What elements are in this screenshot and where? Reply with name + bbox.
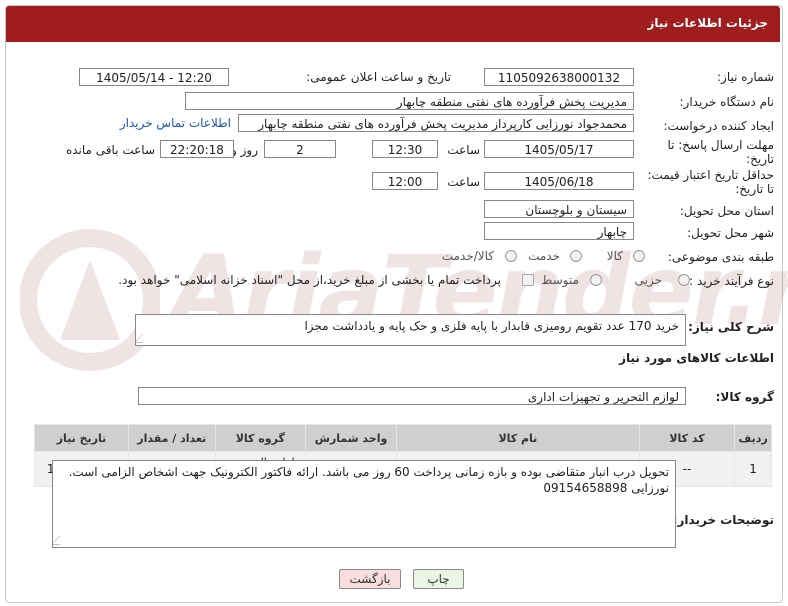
days-label: روز و — [231, 143, 258, 157]
remaining-time-field: 22:20:18 — [160, 140, 234, 158]
table-header-row: ردیف کد کالا نام کالا واحد شمارش گروه کا… — [33, 424, 772, 452]
goods-section-title: اطلاعات کالاهای مورد نیاز — [619, 351, 774, 365]
buyer-notes-label: توضیحات خریدار: — [672, 513, 774, 527]
city-label: شهر محل تحویل: — [687, 226, 774, 240]
category-goods-label: کالا — [606, 249, 623, 263]
city-field: چابهار — [484, 222, 634, 240]
col-header-need-date: تاریخ نیاز — [33, 424, 130, 452]
resize-handle-icon[interactable] — [53, 536, 69, 545]
remaining-time-label: ساعت باقی مانده — [65, 143, 155, 157]
price-time-field: 12:00 — [372, 172, 438, 190]
col-header-item-name: نام کالا — [395, 424, 640, 452]
process-minor-label: جزیی — [634, 273, 662, 287]
process-label: نوع فرآیند خرید : — [689, 274, 774, 288]
page-title: جزئیات اطلاعات نیاز — [647, 16, 768, 30]
print-button[interactable]: چاپ — [413, 569, 464, 589]
category-goods-service-label: کالا/خدمت — [441, 249, 494, 263]
buyer-contact-link[interactable]: اطلاعات تماس خریدار — [120, 116, 231, 130]
treasury-payment-checkbox[interactable] — [522, 274, 534, 286]
reply-deadline-label-2: تاریخ: — [746, 152, 774, 166]
process-medium-radio[interactable] — [590, 274, 602, 286]
need-number-field: 1105092638000132 — [484, 68, 634, 86]
description-label: شرح کلی نیاز: — [688, 320, 774, 334]
category-service-label: خدمت — [528, 249, 560, 263]
reply-time-label: ساعت — [447, 143, 480, 157]
category-label: طبقه بندی موضوعی: — [667, 250, 774, 264]
creator-label: ایجاد کننده درخواست: — [663, 119, 774, 133]
process-medium-label: متوسط — [541, 273, 579, 287]
reply-deadline-label: مهلت ارسال پاسخ: تا — [667, 138, 774, 152]
buyer-org-field: مدیریت پخش فرآورده های نفتی منطقه چابهار — [185, 92, 634, 110]
reply-date-field: 1405/05/17 — [484, 140, 634, 158]
col-header-unit: واحد شمارش — [305, 424, 397, 452]
description-text: خرید 170 عدد تقویم رومیزی قابدار با پایه… — [304, 319, 679, 333]
creator-field: محمدجواد نورزایی کارپرداز مدیریت پخش فرآ… — [238, 114, 634, 132]
description-textarea[interactable]: خرید 170 عدد تقویم رومیزی قابدار با پایه… — [135, 314, 686, 346]
province-field: سیستان و بلوچستان — [484, 200, 634, 218]
back-button[interactable]: بازگشت — [339, 569, 401, 589]
category-goods-radio[interactable] — [633, 250, 645, 262]
col-header-row-number: ردیف — [734, 424, 772, 452]
price-deadline-label: حداقل تاریخ اعتبار قیمت: — [647, 168, 774, 182]
price-date-field: 1405/06/18 — [484, 172, 634, 190]
buyer-notes-line-2: نورزایی 09154658898 — [543, 481, 669, 495]
remaining-days-field: 2 — [264, 140, 336, 158]
cell-row-number: 1 — [734, 451, 772, 487]
reply-time-field: 12:30 — [372, 140, 438, 158]
buyer-notes-line-1: تحویل درب انبار متقاضی بوده و بازه زمانی… — [68, 465, 669, 479]
buyer-org-label: نام دستگاه خریدار: — [679, 95, 775, 109]
province-label: استان محل تحویل: — [679, 204, 774, 218]
process-minor-radio[interactable] — [678, 274, 690, 286]
goods-group-field: لوازم التحریر و تجهیزات اداری — [138, 387, 686, 405]
category-service-radio[interactable] — [570, 250, 582, 262]
col-header-item-code: کد کالا — [638, 424, 736, 452]
price-deadline-label-2: تا تاریخ: — [735, 182, 774, 196]
treasury-payment-note: پرداخت تمام یا بخشی از مبلغ خرید،از محل … — [118, 273, 501, 287]
need-number-label: شماره نیاز: — [717, 70, 774, 84]
buyer-notes-textarea[interactable]: تحویل درب انبار متقاضی بوده و بازه زمانی… — [52, 460, 676, 548]
col-header-group: گروه کالا — [214, 424, 307, 452]
col-header-quantity: تعداد / مقدار — [128, 424, 216, 452]
category-goods-service-radio[interactable] — [505, 250, 517, 262]
goods-group-label: گروه کالا: — [715, 390, 774, 404]
resize-handle-icon[interactable] — [136, 334, 152, 343]
price-time-label: ساعت — [447, 175, 480, 189]
announce-date-label: تاریخ و ساعت اعلان عمومی: — [306, 70, 451, 84]
announce-date-field: 1405/05/14 - 12:20 — [79, 68, 229, 86]
page-header: جزئیات اطلاعات نیاز — [6, 6, 780, 42]
